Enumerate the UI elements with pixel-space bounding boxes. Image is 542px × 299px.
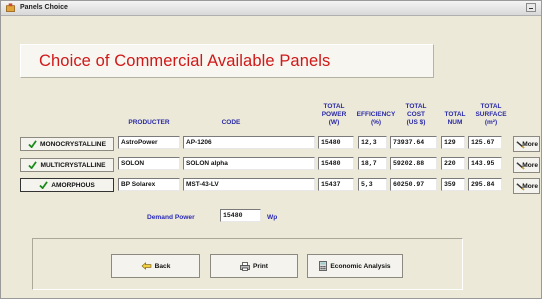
surface-field-multi[interactable]: 143.95 — [468, 157, 502, 170]
multicrystalline-button[interactable]: MULTICRYSTALLINE — [20, 158, 114, 172]
more-button-mono[interactable]: More — [513, 136, 540, 152]
page-title: Choice of Commercial Available Panels — [39, 52, 331, 70]
back-arrow-icon — [141, 262, 151, 270]
amorphous-button[interactable]: AMORPHOUS — [20, 178, 114, 192]
calculator-icon — [319, 261, 328, 271]
code-field-mono[interactable]: AP-1206 — [183, 136, 315, 149]
app-icon — [6, 3, 15, 12]
monocrystalline-button[interactable]: MONOCRYSTALLINE — [20, 137, 114, 151]
header-total-surface: TOTAL SURFACE (m²) — [475, 103, 507, 126]
header-total-num: TOTAL NUM — [444, 111, 466, 126]
demand-power-field[interactable]: 15480 — [220, 209, 261, 222]
num-field-multi[interactable]: 220 — [441, 157, 465, 170]
demand-power-unit: Wp — [267, 214, 278, 221]
surface-field-amorphous[interactable]: 295.84 — [468, 178, 502, 191]
back-button[interactable]: Back — [111, 254, 200, 278]
checkmark-icon — [28, 140, 37, 148]
more-button-multi[interactable]: More — [513, 157, 540, 173]
code-field-amorphous[interactable]: MST-43-LV — [183, 178, 315, 191]
pencil-icon — [516, 162, 525, 170]
power-field-multi[interactable]: 15480 — [318, 157, 354, 170]
efficiency-field-amorphous[interactable]: 5,3 — [358, 178, 387, 191]
header-producter: PRODUCTER — [128, 119, 170, 126]
efficiency-field-multi[interactable]: 18,7 — [358, 157, 387, 170]
header-total-cost: TOTAL COST (US $) — [405, 103, 427, 126]
more-button-amorphous[interactable]: More — [513, 178, 540, 194]
power-field-amorphous[interactable]: 15437 — [318, 178, 354, 191]
pencil-icon — [516, 183, 525, 191]
economic-analysis-button[interactable]: Economic Analysis — [307, 254, 403, 278]
panels-choice-window: Panels Choice Choice of Commercial Avail… — [0, 0, 542, 299]
num-field-amorphous[interactable]: 359 — [441, 178, 465, 191]
title-bar[interactable]: Panels Choice — [1, 1, 541, 16]
page-title-banner: Choice of Commercial Available Panels — [20, 44, 434, 78]
code-field-multi[interactable]: SOLON alpha — [183, 157, 315, 170]
header-efficiency: EFFICIENCY (%) — [356, 111, 396, 126]
demand-power-label: Demand Power — [147, 214, 195, 221]
cost-field-multi[interactable]: 59202.88 — [390, 157, 437, 170]
cost-field-mono[interactable]: 73937.64 — [390, 136, 437, 149]
header-code: CODE — [221, 119, 241, 126]
checkmark-icon — [28, 161, 38, 169]
printer-icon — [240, 261, 250, 271]
pencil-icon — [516, 141, 525, 149]
surface-field-mono[interactable]: 125.67 — [468, 136, 502, 149]
header-total-power: TOTAL POWER (W) — [321, 103, 347, 126]
cost-field-amorphous[interactable]: 60250.97 — [390, 178, 437, 191]
power-field-mono[interactable]: 15480 — [318, 136, 354, 149]
checkmark-icon — [39, 181, 48, 189]
minimize-icon[interactable] — [526, 3, 536, 12]
producter-field-mono[interactable]: AstroPower — [118, 136, 180, 149]
print-button[interactable]: Print — [210, 254, 298, 278]
efficiency-field-mono[interactable]: 12,3 — [358, 136, 387, 149]
window-title: Panels Choice — [20, 4, 68, 11]
producter-field-multi[interactable]: SOLON — [118, 157, 180, 170]
num-field-mono[interactable]: 129 — [441, 136, 465, 149]
producter-field-amorphous[interactable]: BP Solarex — [118, 178, 180, 191]
